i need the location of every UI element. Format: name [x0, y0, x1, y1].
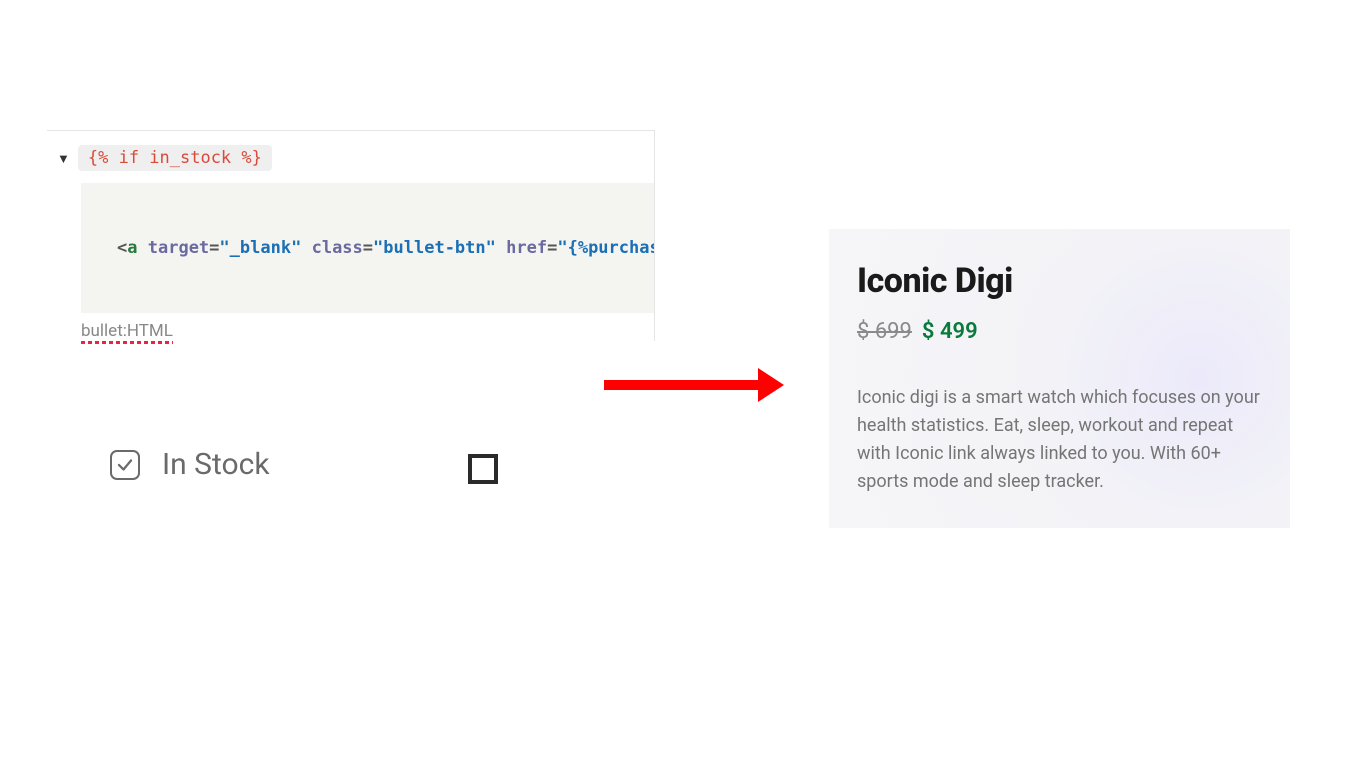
check-icon [116, 456, 134, 474]
code-attr-href: href [506, 238, 547, 258]
empty-checkbox[interactable] [468, 454, 498, 484]
code-space [138, 238, 148, 258]
in-stock-row: In Stock [110, 447, 270, 482]
template-editor-panel: ▼ {% if in_stock %} <a target="_blank" c… [47, 130, 655, 341]
code-open-bracket: < [117, 238, 127, 258]
code-quote2: " [291, 238, 301, 258]
code-val-blank: _blank [230, 238, 291, 258]
block-caption: bullet:HTML [81, 321, 173, 341]
code-eq: = [209, 238, 219, 258]
arrow-annotation [604, 365, 784, 405]
code-eq2: = [363, 238, 373, 258]
arrow-line-icon [604, 380, 758, 390]
code-space3 [496, 238, 506, 258]
old-price: $ 699 [857, 319, 912, 344]
editor-row: ▼ {% if in_stock %} [47, 131, 654, 171]
code-quote5: " [557, 238, 567, 258]
code-val-bulletbtn: bullet-btn [383, 238, 485, 258]
collapse-triangle-icon[interactable]: ▼ [57, 151, 70, 167]
product-description: Iconic digi is a smart watch which focus… [857, 384, 1262, 496]
price-row: $ 699 $ 499 [857, 319, 1262, 344]
product-card: Iconic Digi $ 699 $ 499 Iconic digi is a… [829, 229, 1290, 528]
code-eq3: = [547, 238, 557, 258]
code-tag-a: a [127, 238, 137, 258]
code-block[interactable]: <a target="_blank" class="bullet-btn" hr… [81, 183, 654, 313]
new-price: $ 499 [922, 319, 978, 344]
product-title: Iconic Digi [857, 261, 1262, 301]
code-attr-class: class [312, 238, 363, 258]
code-quote4: " [486, 238, 496, 258]
code-attr-target: target [148, 238, 209, 258]
in-stock-checkbox[interactable] [110, 450, 140, 480]
code-val-purchase: {%purchase [568, 238, 654, 258]
in-stock-label: In Stock [162, 447, 270, 482]
code-quote3: " [373, 238, 383, 258]
template-if-tag: {% if in_stock %} [78, 145, 272, 171]
arrow-head-icon [758, 368, 784, 402]
code-space2 [301, 238, 311, 258]
code-quote: " [219, 238, 229, 258]
